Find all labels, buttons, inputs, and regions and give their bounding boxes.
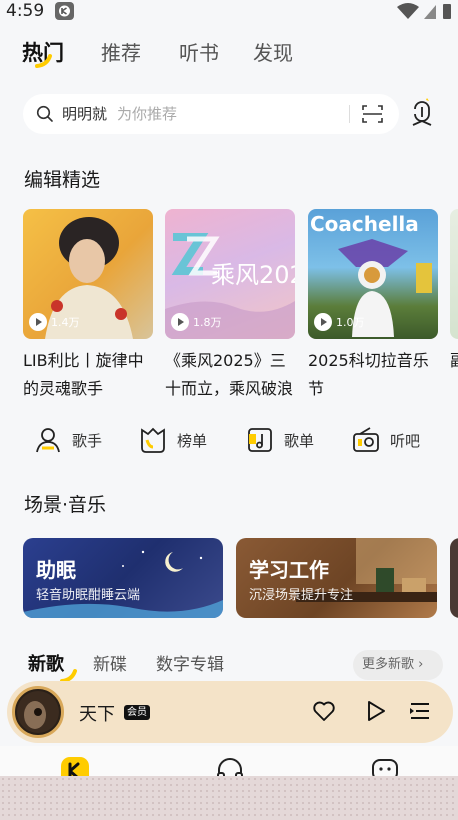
editor-picks-list: 1.4万 LIB利比丨旋律中的灵魂歌手 乘风2025 1.8万 《乘风2025》… bbox=[23, 209, 458, 409]
tab-new-albums[interactable]: 新碟 bbox=[93, 653, 127, 677]
status-time: 4:59 bbox=[6, 1, 45, 21]
quick-link-label: 歌手 bbox=[72, 431, 103, 450]
editor-cover-chengfeng: 乘风2025 1.8万 bbox=[165, 209, 295, 339]
play-count-badge: 1.0万 bbox=[314, 313, 365, 331]
editor-card-title: LIB利比丨旋律中的灵魂歌手 bbox=[23, 351, 144, 398]
quick-link-radio[interactable]: 听吧 bbox=[352, 420, 420, 460]
bottom-overlay bbox=[0, 776, 458, 820]
singer-icon bbox=[36, 428, 60, 453]
play-count: 1.8万 bbox=[193, 316, 222, 329]
scene-music-title: 场景·音乐 bbox=[24, 494, 107, 516]
play-icon[interactable] bbox=[364, 699, 388, 723]
editor-cover-partial bbox=[450, 209, 458, 339]
status-indicators bbox=[394, 2, 454, 20]
scan-icon[interactable] bbox=[362, 104, 383, 124]
scene-card-study[interactable]: 学习工作 沉浸场景提升专注 bbox=[236, 538, 437, 618]
scene-card-partial[interactable] bbox=[450, 538, 458, 618]
quick-link-label: 榜单 bbox=[177, 431, 208, 450]
chevron-right-icon: › bbox=[418, 657, 424, 672]
quick-link-chart[interactable]: 榜单 bbox=[139, 420, 207, 460]
tab-audiobook[interactable]: 听书 bbox=[179, 38, 219, 68]
status-bar: 4:59 bbox=[0, 0, 458, 22]
editor-card-title: 《乘风2025》三十而立，乘风破浪 bbox=[165, 351, 294, 398]
play-icon bbox=[314, 313, 332, 331]
scene-card-subtitle: 沉浸场景提升专注 bbox=[249, 588, 354, 603]
voice-recognition-icon[interactable] bbox=[407, 97, 437, 129]
quick-link-singer[interactable]: 歌手 bbox=[34, 420, 102, 460]
tab-digital-albums[interactable]: 数字专辑 bbox=[156, 653, 224, 677]
search-icon bbox=[36, 105, 53, 122]
editor-cover-lib: 1.4万 bbox=[23, 209, 153, 339]
more-new-songs-button[interactable]: 更多新歌 › bbox=[353, 650, 443, 680]
more-label: 更多新歌 bbox=[362, 657, 415, 672]
album-disc[interactable] bbox=[12, 686, 64, 738]
play-icon bbox=[29, 313, 47, 331]
tab-recommend[interactable]: 推荐 bbox=[101, 38, 141, 68]
search-divider bbox=[349, 105, 350, 123]
signal-icon bbox=[424, 5, 436, 19]
play-count: 1.4万 bbox=[51, 316, 80, 329]
editor-card-title: 2025科切拉音乐节 bbox=[308, 351, 429, 398]
cover-text: 乘风2025 bbox=[211, 261, 295, 289]
playlist-icon bbox=[248, 428, 272, 452]
cover-text: Coachella bbox=[310, 212, 419, 236]
play-count: 1.0万 bbox=[336, 316, 365, 329]
play-count-badge: 1.8万 bbox=[171, 313, 222, 331]
chart-icon bbox=[141, 427, 165, 453]
search-keyword: 明明就 bbox=[62, 105, 108, 123]
scene-card-title: 学习工作 bbox=[249, 558, 329, 582]
editor-cover-coachella: Coachella 1.0万 bbox=[308, 209, 438, 339]
mini-player[interactable]: 天下 会员 bbox=[7, 681, 453, 743]
play-count-badge: 1.4万 bbox=[29, 313, 80, 331]
vip-badge: 会员 bbox=[124, 705, 150, 720]
tab-discover[interactable]: 发现 bbox=[253, 38, 293, 68]
app-notification-icon bbox=[55, 2, 74, 20]
search-bar[interactable]: 明明就 为你推荐 bbox=[23, 94, 399, 134]
queue-list-icon[interactable] bbox=[408, 699, 432, 723]
scene-card-sleep[interactable]: 助眠 轻音助眠酣睡云端 bbox=[23, 538, 223, 618]
scene-card-title: 助眠 bbox=[36, 558, 76, 582]
battery-icon bbox=[443, 4, 451, 19]
scene-card-subtitle: 轻音助眠酣睡云端 bbox=[36, 588, 141, 603]
wifi-icon bbox=[397, 3, 419, 19]
quick-link-label: 听吧 bbox=[390, 431, 421, 450]
play-icon bbox=[171, 313, 189, 331]
radio-icon bbox=[353, 427, 379, 452]
quick-links: 歌手 榜单 歌单 听吧 bbox=[0, 420, 458, 460]
heart-icon[interactable] bbox=[312, 699, 336, 723]
editor-picks-title: 编辑精选 bbox=[24, 169, 101, 191]
quick-link-playlist[interactable]: 歌单 bbox=[246, 420, 314, 460]
quick-link-label: 歌单 bbox=[284, 431, 315, 450]
active-tab-indicator bbox=[35, 54, 52, 68]
editor-card-title: 副 bbox=[450, 347, 458, 375]
search-hint: 为你推荐 bbox=[117, 105, 178, 123]
player-song-title: 天下 bbox=[79, 704, 115, 725]
